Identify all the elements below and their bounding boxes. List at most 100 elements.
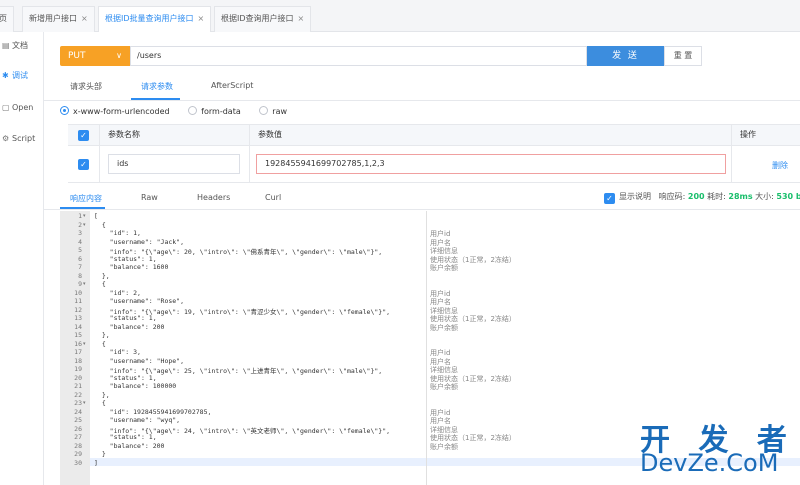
line-number: 6 [78, 254, 82, 263]
fold-toggle-icon[interactable]: ▾ [83, 400, 86, 406]
line-number: 23 [74, 399, 82, 407]
code-line: } [94, 450, 106, 458]
fold-toggle-icon[interactable]: ▾ [83, 341, 86, 347]
radio-label: form-data [201, 107, 241, 116]
code-line: "status": 1, [94, 314, 157, 322]
row-checkbox[interactable]: ✓ [78, 159, 89, 170]
line-number: 22 [74, 390, 82, 399]
tab-response-headers[interactable]: Headers [197, 193, 230, 202]
tab-add-user-api[interactable]: 新增用户接口 × [22, 6, 95, 32]
send-button[interactable]: 发 送 [587, 46, 664, 66]
field-description: 账户余额 [430, 323, 458, 332]
code-line: "username": "wyq", [94, 416, 181, 424]
divider [44, 209, 800, 210]
line-number: 13 [74, 314, 82, 322]
line-number: 7 [78, 263, 82, 271]
line-number: 21 [74, 382, 82, 390]
body-type-group: x-www-form-urlencoded form-data raw [60, 106, 303, 120]
line-number: 18 [74, 356, 82, 365]
tab-response-curl[interactable]: Curl [265, 193, 281, 202]
code-line: "id": 2, [94, 288, 141, 297]
size-label: 大小: [755, 192, 774, 201]
method-value: PUT [68, 51, 86, 61]
radio-raw[interactable] [259, 106, 269, 115]
header-select-all: ✓ [68, 125, 100, 146]
line-number: 8 [78, 271, 82, 280]
sidebar-item-debug[interactable]: ✱ 调试 [0, 68, 44, 84]
line-number: 29 [74, 450, 82, 458]
line-number: 20 [74, 373, 82, 382]
tab-label: 新增用户接口 [29, 14, 77, 23]
tab-label: 根据ID查询用户接口 [221, 14, 294, 23]
line-number: 19 [74, 365, 82, 373]
line-number: 4 [78, 237, 82, 246]
sidebar-item-script[interactable]: ⚙ Script [0, 131, 44, 147]
tab-batch-query-users-api[interactable]: 根据ID批量查询用户接口 × [98, 6, 212, 32]
url-input[interactable]: /users [130, 46, 587, 66]
param-name-input[interactable]: ids [108, 154, 240, 174]
select-all-checkbox[interactable]: ✓ [78, 130, 89, 141]
fold-toggle-icon[interactable]: ▾ [83, 281, 86, 287]
line-number: 30 [74, 458, 82, 467]
radio-label: raw [272, 107, 288, 116]
code-line: { [94, 220, 106, 229]
tab-response-raw[interactable]: Raw [141, 193, 158, 202]
line-number: 16 [74, 339, 82, 348]
param-value-input[interactable]: 1928455941699702785,1,2,3 [256, 154, 726, 174]
tab-query-user-api[interactable]: 根据ID查询用户接口 × [214, 6, 312, 32]
fold-toggle-icon[interactable]: ▾ [83, 222, 86, 228]
radio-label: x-www-form-urlencoded [73, 107, 170, 116]
tab-request-headers[interactable]: 请求头部 [70, 81, 102, 95]
delete-link[interactable]: 删除 [772, 160, 788, 171]
close-icon[interactable]: × [298, 14, 305, 23]
field-description: 账户余额 [430, 383, 458, 391]
code-line: "status": 1, [94, 433, 157, 441]
tab-request-params[interactable]: 请求参数 [141, 81, 173, 95]
method-select[interactable]: PUT ∨ [60, 46, 130, 66]
line-number: 17 [74, 348, 82, 356]
show-desc-checkbox[interactable]: ✓ [604, 193, 615, 204]
tab-response-content[interactable]: 响应内容 [70, 193, 102, 204]
column-header-param-name: 参数名称 [100, 125, 250, 146]
sidebar: ▤ 文档 ✱ 调试 ▢ Open ⚙ Script [0, 32, 44, 485]
code-line: "username": "Jack", [94, 237, 185, 246]
tab-label: 页 [0, 14, 7, 23]
code-line: "username": "Rose", [94, 297, 185, 305]
divider [44, 100, 800, 101]
code-line: "balance": 200 [94, 441, 165, 450]
line-number: 11 [74, 297, 82, 305]
code-line: }, [94, 271, 110, 280]
line-number: 9 [78, 280, 82, 288]
size-value: 530 b [776, 192, 800, 201]
tab-after-script[interactable]: AfterScript [211, 81, 253, 95]
sidebar-item-open[interactable]: ▢ Open [0, 100, 44, 116]
code-line: "status": 1, [94, 254, 157, 263]
code-line: "id": 3, [94, 348, 141, 356]
code-line: "status": 1, [94, 373, 157, 382]
column-header-param-value: 参数值 [250, 125, 732, 146]
tab-label: 根据ID批量查询用户接口 [105, 14, 194, 23]
status-label: 响应码: [658, 192, 686, 201]
show-desc-label: 显示说明 [619, 192, 651, 201]
table-row-select: ✓ [68, 146, 100, 183]
radio-form-data[interactable] [188, 106, 198, 115]
chevron-down-icon: ∨ [116, 51, 122, 60]
tab-home[interactable]: 页 [0, 6, 14, 32]
line-number: 26 [74, 424, 82, 433]
time-label: 耗时: [707, 192, 726, 201]
sidebar-item-label: Script [12, 134, 36, 143]
code-line: }, [94, 390, 110, 399]
reset-button[interactable]: 重 置 [664, 46, 702, 66]
table-row-value: 1928455941699702785,1,2,3 [250, 146, 732, 183]
line-number: 3 [78, 229, 82, 237]
line-number: 2 [78, 220, 82, 229]
close-icon[interactable]: × [198, 14, 205, 23]
fold-toggle-icon[interactable]: ▾ [83, 213, 86, 219]
column-header-action: 操作 [732, 125, 800, 146]
line-number: 1 [78, 212, 82, 220]
code-line: "balance": 100000 [94, 382, 177, 390]
line-number: 25 [74, 416, 82, 424]
radio-x-www-form-urlencoded[interactable] [60, 106, 69, 115]
sidebar-item-docs[interactable]: ▤ 文档 [0, 38, 44, 54]
close-icon[interactable]: × [81, 14, 88, 23]
